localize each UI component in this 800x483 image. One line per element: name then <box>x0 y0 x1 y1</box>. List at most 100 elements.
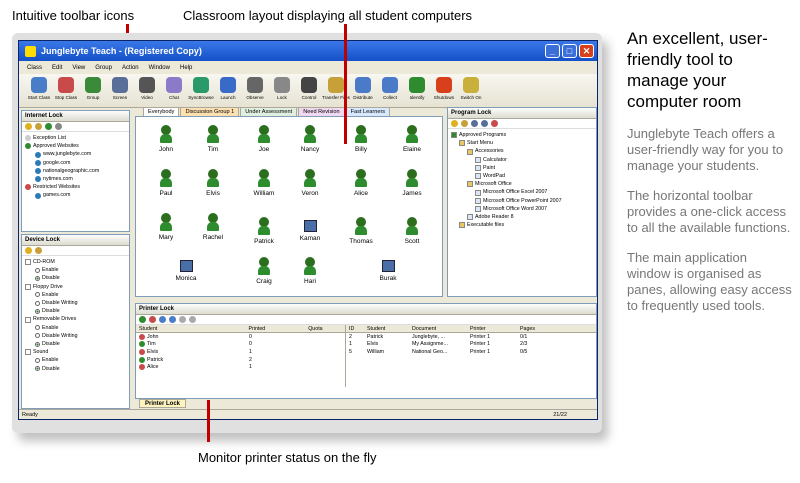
column-header[interactable]: Printer <box>467 326 517 332</box>
device-option[interactable]: Floppy Drive <box>25 283 126 291</box>
toolbar-button-video[interactable]: Video <box>135 74 159 107</box>
device-option[interactable]: CD-ROM <box>25 258 126 266</box>
tab-fast-learners[interactable]: Fast Learners <box>345 107 391 116</box>
tree-item[interactable]: games.com <box>25 191 126 199</box>
tree-item[interactable]: Restricted Websites <box>25 183 126 191</box>
student-computer-veron[interactable]: Veron <box>290 169 330 197</box>
toolbar-button-launch[interactable]: Launch <box>216 74 240 107</box>
toolbar-button-chat[interactable]: Chat <box>162 74 186 107</box>
program-item[interactable]: Microsoft Office Word 2007 <box>451 205 593 213</box>
table-row[interactable]: John 0 <box>136 333 345 341</box>
program-item[interactable]: Accessories <box>451 147 593 155</box>
menu-item-class[interactable]: Class <box>27 65 42 71</box>
device-option[interactable]: Removable Drives <box>25 315 126 323</box>
toolbar-button-start-class[interactable]: Start Class <box>27 74 51 107</box>
menu-item-help[interactable]: Help <box>180 65 192 71</box>
device-option[interactable]: Enable <box>25 266 126 274</box>
radio-button[interactable] <box>35 300 40 306</box>
radio-button[interactable] <box>35 333 40 339</box>
program-item[interactable]: Adobe Reader 8 <box>451 213 593 221</box>
column-header[interactable]: Pages <box>517 326 557 332</box>
close-button[interactable]: ✕ <box>579 44 594 58</box>
maximize-button[interactable]: □ <box>562 44 577 58</box>
toolbar-button-shutdown[interactable]: Shutdown <box>432 74 456 107</box>
program-item[interactable]: Calculator <box>451 156 593 164</box>
column-header[interactable]: Printed <box>245 326 305 332</box>
table-row[interactable]: Alice 1 <box>136 363 345 371</box>
table-row[interactable]: 5 William National Geo... Printer 1 0/5 <box>346 348 596 356</box>
student-computer-john[interactable]: John <box>146 125 186 153</box>
menu-item-window[interactable]: Window <box>149 65 170 71</box>
device-option[interactable]: Disable <box>25 340 126 348</box>
tree-item[interactable]: www.junglebyte.com <box>25 150 126 158</box>
toolbar-button-control[interactable]: Control <box>297 74 321 107</box>
column-header[interactable]: Student <box>364 326 409 332</box>
program-item[interactable]: Paint <box>451 164 593 172</box>
toolbar-button-collect[interactable]: Collect <box>378 74 402 107</box>
table-row[interactable]: Tim 0 <box>136 341 345 349</box>
cancel-icon[interactable] <box>179 316 186 323</box>
student-computer-burak[interactable]: Burak <box>368 257 408 282</box>
lock-icon[interactable] <box>451 120 458 127</box>
tab-discussion-group-1[interactable]: Discussion Group 1 <box>180 107 240 116</box>
unlock-icon[interactable] <box>35 123 42 130</box>
student-computer-james[interactable]: James <box>392 169 432 197</box>
program-item[interactable]: Microsoft Office PowerPoint 2007 <box>451 197 593 205</box>
device-option[interactable]: Enable <box>25 324 126 332</box>
lock-icon[interactable] <box>25 123 32 130</box>
toolbar-button-distribute[interactable]: Distribute <box>351 74 375 107</box>
minimize-button[interactable]: _ <box>545 44 560 58</box>
student-computer-craig[interactable]: Craig <box>244 257 284 285</box>
delete-icon[interactable] <box>491 120 498 127</box>
column-header[interactable]: Document <box>409 326 467 332</box>
tab-need-revision[interactable]: Need Revision <box>298 107 345 116</box>
browse-icon[interactable] <box>471 120 478 127</box>
program-item[interactable]: Microsoft Office <box>451 180 593 188</box>
device-option[interactable]: Sound <box>25 348 126 356</box>
program-item[interactable]: Microsoft Office Excel 2007 <box>451 188 593 196</box>
tree-item[interactable]: google.com <box>25 159 126 167</box>
toolbar-button-stop-class[interactable]: Stop Class <box>54 74 78 107</box>
student-computer-billy[interactable]: Billy <box>341 125 381 153</box>
lock-icon[interactable] <box>25 247 32 254</box>
radio-button[interactable] <box>35 267 40 273</box>
delete-icon[interactable] <box>55 123 62 130</box>
device-option[interactable]: Disable Writing <box>25 332 126 340</box>
tree-item[interactable]: nationalgeographic.com <box>25 167 126 175</box>
table-row[interactable]: 2 Patrick Junglebyte, ... Printer 1 0/1 <box>346 333 596 341</box>
block-icon[interactable] <box>149 316 156 323</box>
tree-item[interactable]: Approved Websites <box>25 142 126 150</box>
radio-button[interactable] <box>35 366 40 372</box>
unlock-icon[interactable] <box>461 120 468 127</box>
toolbar-button-lock[interactable]: Lock <box>270 74 294 107</box>
folder-icon[interactable] <box>481 120 488 127</box>
student-computer-rachel[interactable]: Rachel <box>193 213 233 241</box>
toolbar-button-switch-on[interactable]: Switch On <box>459 74 483 107</box>
allow-icon[interactable] <box>139 316 146 323</box>
student-computer-elvis[interactable]: Elvis <box>193 169 233 197</box>
program-item[interactable]: WordPad <box>451 172 593 180</box>
add-icon[interactable] <box>45 123 52 130</box>
student-computer-patrick[interactable]: Patrick <box>244 217 284 245</box>
student-computer-elaine[interactable]: Elaine <box>392 125 432 153</box>
student-computer-monica[interactable]: Monica <box>166 257 206 282</box>
radio-button[interactable] <box>35 341 40 347</box>
menu-item-action[interactable]: Action <box>122 65 139 71</box>
table-row[interactable]: Elvis 1 <box>136 348 345 356</box>
menu-item-view[interactable]: View <box>72 65 85 71</box>
student-computer-kaman[interactable]: Kaman <box>290 217 330 242</box>
column-header[interactable]: ID <box>346 326 364 332</box>
student-computer-scott[interactable]: Scott <box>392 217 432 245</box>
table-row[interactable]: 1 Elvis My Assignme... Printer 1 2/3 <box>346 341 596 349</box>
menu-item-group[interactable]: Group <box>95 65 112 71</box>
menu-item-edit[interactable]: Edit <box>52 65 62 71</box>
tree-item[interactable]: Exception List <box>25 134 126 142</box>
unlock-icon[interactable] <box>35 247 42 254</box>
radio-button[interactable] <box>35 276 40 281</box>
tree-item[interactable]: nytimes.com <box>25 175 126 183</box>
student-computer-thomas[interactable]: Thomas <box>341 217 381 245</box>
device-option[interactable]: Disable <box>25 274 126 282</box>
device-option[interactable]: Disable <box>25 365 126 373</box>
student-computer-alice[interactable]: Alice <box>341 169 381 197</box>
radio-button[interactable] <box>35 325 40 331</box>
